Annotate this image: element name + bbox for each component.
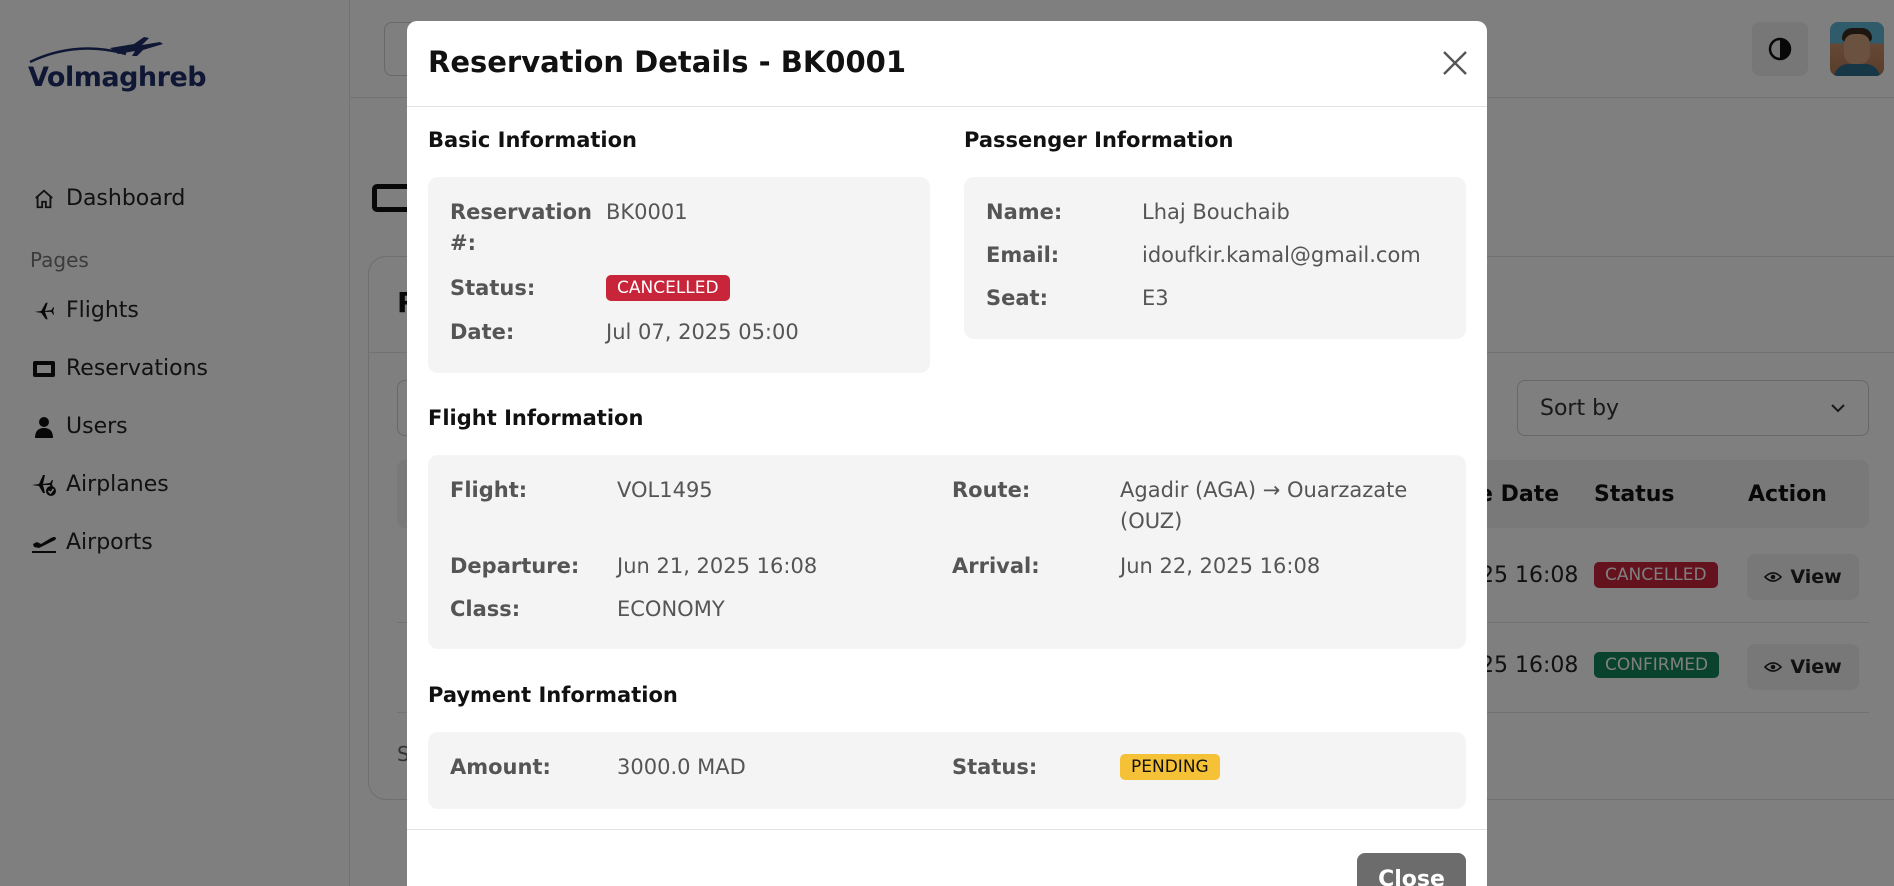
section-title-passenger: Passenger Information [964, 128, 1234, 152]
class-label: Class: [450, 597, 521, 621]
payment-status-badge: PENDING [1120, 754, 1220, 780]
modal-footer-divider [407, 829, 1487, 830]
seat-label: Seat: [986, 286, 1048, 310]
reservation-number-value: BK0001 [606, 200, 688, 224]
section-title-basic: Basic Information [428, 128, 637, 152]
date-value: Jul 07, 2025 05:00 [606, 320, 799, 344]
arrival-value: Jun 22, 2025 16:08 [1120, 554, 1321, 578]
amount-value: 3000.0 MAD [617, 755, 746, 779]
class-value: ECONOMY [617, 597, 725, 621]
route-label: Route: [952, 478, 1031, 502]
status-label: Status: [450, 276, 536, 300]
date-label: Date: [450, 320, 515, 344]
close-button[interactable]: Close [1357, 853, 1466, 886]
status-badge: CANCELLED [606, 275, 730, 301]
modal-title: Reservation Details - BK0001 [428, 45, 907, 79]
amount-label: Amount: [450, 755, 551, 779]
name-label: Name: [986, 200, 1063, 224]
payment-status-label: Status: [952, 755, 1038, 779]
flight-info-panel: Flight: VOL1495 Route: Agadir (AGA) → Ou… [428, 455, 1466, 649]
route-value: Agadir (AGA) → Ouarzazate (OUZ) [1120, 478, 1408, 533]
modal-header: Reservation Details - BK0001 [407, 21, 1487, 107]
departure-value: Jun 21, 2025 16:08 [617, 554, 818, 578]
email-value: idoufkir.kamal@gmail.com [1142, 243, 1421, 267]
seat-value: E3 [1142, 286, 1169, 310]
payment-info-panel: Amount: 3000.0 MAD Status: PENDING [428, 732, 1466, 809]
email-label: Email: [986, 243, 1060, 267]
flight-label: Flight: [450, 478, 528, 502]
close-icon[interactable] [1437, 45, 1473, 81]
flight-value: VOL1495 [617, 478, 713, 502]
passenger-info-panel: Name: Lhaj Bouchaib Email: idoufkir.kama… [964, 177, 1466, 339]
section-title-payment: Payment Information [428, 683, 678, 707]
reservation-number-label: Reservation #: [450, 200, 592, 255]
section-title-flight: Flight Information [428, 406, 644, 430]
reservation-details-modal: Reservation Details - BK0001 Basic Infor… [407, 21, 1487, 886]
arrival-label: Arrival: [952, 554, 1040, 578]
name-value: Lhaj Bouchaib [1142, 200, 1290, 224]
departure-label: Departure: [450, 554, 580, 578]
basic-info-panel: Reservation #: BK0001 Status: CANCELLED … [428, 177, 930, 373]
